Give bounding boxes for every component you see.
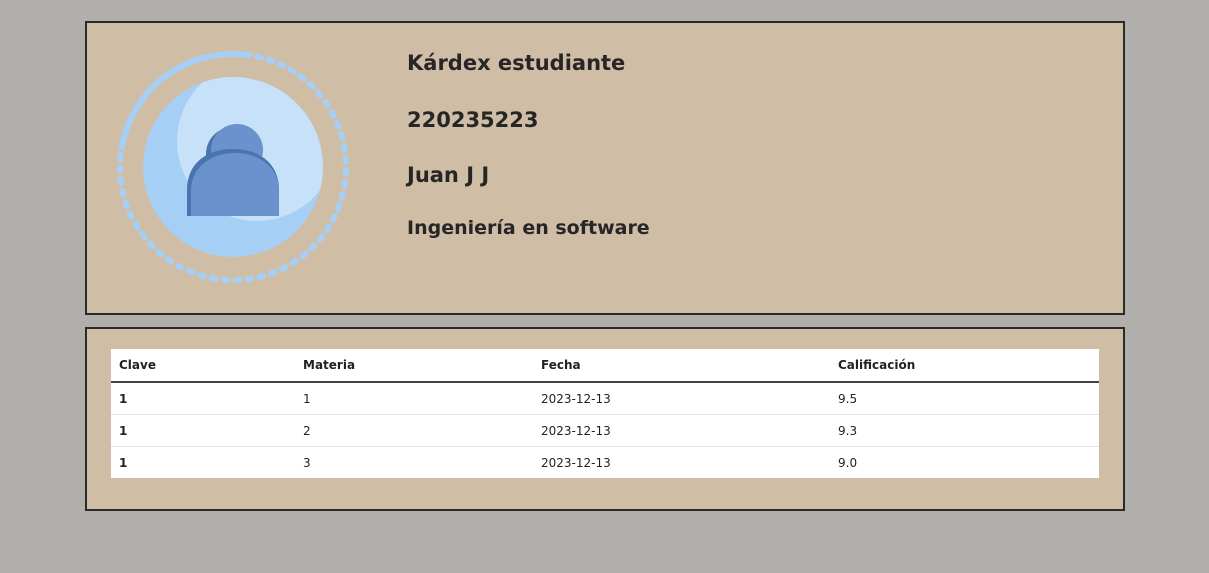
- table-row: 1 2 2023-12-13 9.3: [111, 414, 1099, 447]
- table-header-row: Clave Materia Fecha Calificación: [111, 349, 1099, 383]
- cell-calificacion: 9.0: [838, 455, 858, 470]
- cell-calificacion: 9.5: [830, 382, 1099, 415]
- student-name: Juan J J: [407, 163, 490, 187]
- cell-clave: 1: [111, 414, 295, 447]
- cell-materia: 3: [303, 455, 311, 470]
- column-header-materia: Materia: [295, 349, 533, 383]
- cell-fecha: 2023-12-13: [533, 382, 830, 415]
- grades-table: Clave Materia Fecha Calificación 1 1 202…: [111, 349, 1099, 478]
- cell-calificacion: 9.3: [830, 414, 1099, 447]
- cell-clave: 1: [119, 455, 128, 470]
- column-header-clave: Clave: [111, 349, 295, 383]
- cell-fecha: 2023-12-13: [541, 455, 611, 470]
- column-header-calificacion: Calificación: [830, 349, 1099, 383]
- student-career: Ingeniería en software: [407, 217, 650, 239]
- cell-fecha: 2023-12-13: [533, 414, 830, 447]
- grades-card: Clave Materia Fecha Calificación 1 1 202…: [85, 327, 1125, 511]
- table-row: 1 3 2023-12-13 9.0: [111, 447, 1099, 479]
- column-header-fecha: Fecha: [533, 349, 830, 383]
- user-avatar-icon: [117, 51, 349, 283]
- profile-card: Kárdex estudiante 220235223 Juan J J Ing…: [85, 21, 1125, 315]
- table-row: 1 1 2023-12-13 9.5: [111, 382, 1099, 415]
- cell-materia: 1: [295, 382, 533, 415]
- cell-materia: 2: [295, 414, 533, 447]
- grades-table-container: Clave Materia Fecha Calificación 1 1 202…: [111, 349, 1099, 478]
- student-id: 220235223: [407, 108, 539, 132]
- page-title: Kárdex estudiante: [407, 51, 626, 75]
- cell-clave: 1: [111, 382, 295, 415]
